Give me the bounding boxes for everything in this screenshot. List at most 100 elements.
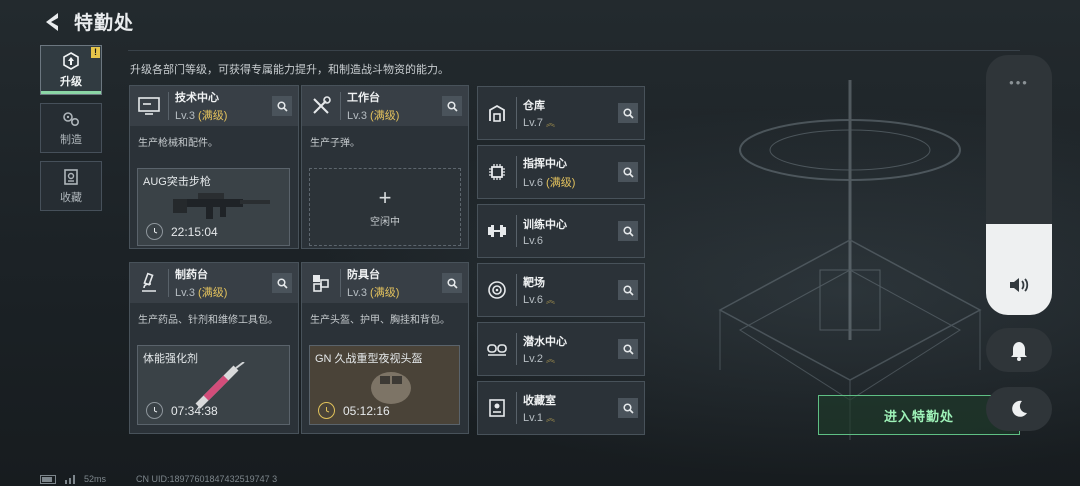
bell-toggle-button[interactable] — [986, 328, 1052, 372]
dumbbell-icon — [488, 225, 506, 237]
room-level: Lv.6 — [523, 234, 543, 247]
tools-icon — [313, 96, 331, 114]
sidebar-item-label: 制造 — [60, 133, 82, 146]
status-footer: 52ms CN UID:18977601847432519747 3 — [40, 474, 277, 484]
upgrade-arrow-icon: ︽ — [545, 413, 555, 423]
moon-icon — [1012, 400, 1027, 417]
production-timer: 22:15:04 — [146, 223, 218, 240]
dept-level: Lv.3 (满级) — [347, 287, 400, 299]
dept-card-pharmacy[interactable]: 制药台 Lv.3 (满级) 生产药品、针剂和维修工具包。 体能强化剂 07:34… — [129, 262, 299, 434]
sidebar-item-label: 收藏 — [60, 191, 82, 204]
collection-icon — [64, 168, 78, 185]
back-arrow-icon[interactable] — [40, 9, 66, 35]
production-slot[interactable]: GN 久战重型夜视头盔 05:12:16 — [309, 345, 460, 425]
search-button[interactable] — [618, 339, 638, 359]
production-timer: 05:12:16 — [318, 402, 390, 419]
search-icon — [622, 284, 634, 296]
display-case-icon — [489, 399, 505, 417]
room-card-collection[interactable]: 收藏室 Lv.1 ︽ — [477, 381, 645, 435]
search-button[interactable] — [618, 280, 638, 300]
sidebar-item-craft[interactable]: 制造 — [40, 103, 102, 153]
upgrade-arrow-icon: ︽ — [545, 118, 555, 128]
search-button[interactable] — [442, 96, 462, 116]
search-button[interactable] — [618, 103, 638, 123]
rifle-image — [173, 193, 270, 219]
dept-name: 防具台 — [347, 269, 380, 281]
search-button[interactable] — [618, 162, 638, 182]
room-name: 靶场 — [523, 277, 545, 289]
chip-icon — [489, 164, 505, 180]
page-header: 特勤处 — [40, 8, 134, 35]
sidebar-item-collection[interactable]: 收藏 — [40, 161, 102, 211]
microscope-icon — [142, 272, 156, 292]
more-dots-icon[interactable]: ••• — [986, 75, 1052, 90]
sidebar: ! 升级 制造 收藏 — [40, 45, 102, 219]
do-not-disturb-button[interactable] — [986, 387, 1052, 431]
room-card-training[interactable]: 训练中心 Lv.6 — [477, 204, 645, 258]
dept-level: Lv.3 (满级) — [175, 287, 228, 299]
dept-description: 生产头盔、护甲、胸挂和背包。 — [310, 315, 450, 326]
ping-text: 52ms — [84, 474, 107, 484]
room-name: 收藏室 — [523, 395, 556, 407]
room-card-range[interactable]: 靶场 Lv.6 ︽ — [477, 263, 645, 317]
room-level: Lv.6 (满级) — [523, 176, 576, 189]
search-button[interactable] — [618, 221, 638, 241]
uid-text: CN UID:18977601847432519747 3 — [136, 474, 278, 484]
room-level: Lv.2 ︽ — [523, 353, 555, 365]
volume-slider[interactable]: ••• — [986, 55, 1052, 315]
production-slot[interactable]: AUG突击步枪 22:15:04 — [137, 168, 290, 246]
room-level: Lv.6 ︽ — [523, 294, 555, 306]
production-timer: 07:34:38 — [146, 402, 218, 419]
alert-badge: ! — [91, 47, 100, 58]
dept-level: Lv.3 (满级) — [175, 110, 228, 122]
bell-icon — [1011, 342, 1027, 361]
dept-card-armor[interactable]: 防具台 Lv.3 (满级) 生产头盔、护甲、胸挂和背包。 GN 久战重型夜视头盔… — [301, 262, 469, 434]
dept-card-workbench[interactable]: 工作台 Lv.3 (满级) 生产子弹。 + 空闲中 — [301, 85, 469, 249]
upgrade-icon — [63, 51, 79, 70]
room-name: 潜水中心 — [523, 336, 567, 348]
room-level: Lv.1 ︽ — [523, 412, 555, 424]
room-level: Lv.7 ︽ — [523, 117, 555, 129]
battery-icon — [40, 474, 56, 484]
room-card-command[interactable]: 指挥中心 Lv.6 (满级) — [477, 145, 645, 199]
sidebar-item-label: 升级 — [60, 75, 82, 88]
room-name: 仓库 — [523, 100, 545, 112]
add-icon: + — [378, 184, 392, 210]
search-icon — [622, 343, 634, 355]
gear-cluster-icon — [63, 111, 80, 126]
dept-card-tech[interactable]: 技术中心 Lv.3 (满级) 生产枪械和配件。 AUG突击步枪 22:15:04 — [129, 85, 299, 249]
upgrade-arrow-icon: ︽ — [545, 354, 555, 364]
cubes-icon — [313, 275, 329, 292]
search-button[interactable] — [272, 273, 292, 293]
search-icon — [446, 100, 458, 112]
dept-level: Lv.3 (满级) — [347, 110, 400, 122]
search-icon — [622, 225, 634, 237]
search-icon — [276, 100, 288, 112]
room-card-warehouse[interactable]: 仓库 Lv.7 ︽ — [477, 86, 645, 140]
dept-description: 生产药品、针剂和维修工具包。 — [138, 315, 278, 326]
dept-description: 生产子弹。 — [310, 138, 360, 149]
clock-icon — [146, 402, 163, 419]
search-icon — [622, 166, 634, 178]
search-button[interactable] — [618, 398, 638, 418]
volume-level-fill — [986, 224, 1052, 315]
search-icon — [276, 277, 288, 289]
page-description: 升级各部门等级，可获得专属能力提升，和制造战斗物资的能力。 — [130, 64, 449, 76]
room-card-diving[interactable]: 潜水中心 Lv.2 ︽ — [477, 322, 645, 376]
speaker-icon — [1010, 278, 1029, 292]
page-title: 特勤处 — [74, 13, 135, 34]
target-icon — [488, 281, 506, 299]
goggles-icon — [487, 344, 507, 356]
search-button[interactable] — [272, 96, 292, 116]
sidebar-item-upgrade[interactable]: ! 升级 — [40, 45, 102, 95]
clock-icon — [146, 223, 163, 240]
search-icon — [446, 277, 458, 289]
room-name: 训练中心 — [523, 218, 567, 231]
signal-icon — [65, 475, 75, 484]
dept-name: 技术中心 — [175, 92, 219, 104]
idle-slot[interactable]: + 空闲中 — [309, 168, 461, 246]
upgrade-arrow-icon: ︽ — [545, 295, 555, 305]
production-slot[interactable]: 体能强化剂 07:34:38 — [137, 345, 290, 425]
search-button[interactable] — [442, 273, 462, 293]
dept-name: 制药台 — [175, 269, 208, 281]
